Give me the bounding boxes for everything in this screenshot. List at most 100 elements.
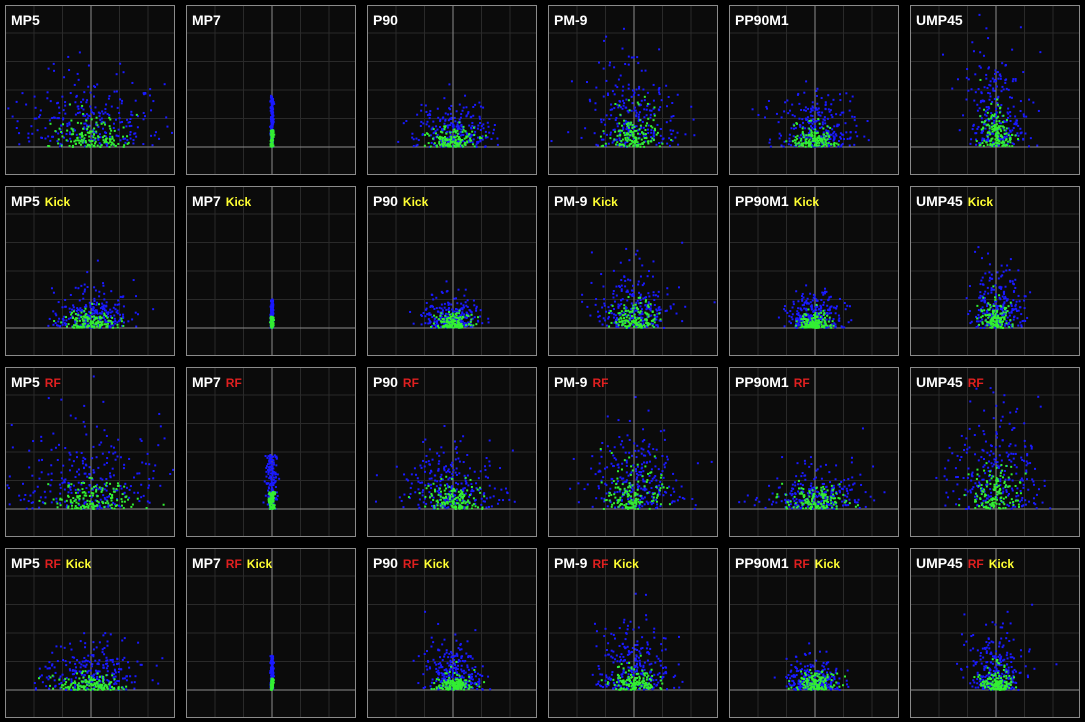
data-point-blue (446, 126, 449, 129)
data-point-blue (142, 92, 145, 95)
data-point-blue (422, 122, 425, 125)
data-point-blue (793, 115, 796, 118)
data-point-blue (593, 132, 596, 135)
data-point-green (628, 144, 631, 147)
data-point-green (83, 310, 86, 313)
data-point-green (976, 317, 979, 320)
data-point-blue (96, 83, 99, 86)
data-point-green (633, 316, 636, 319)
data-point-blue (436, 320, 439, 323)
data-point-green (1003, 129, 1006, 132)
data-point-green (988, 124, 991, 127)
data-point-blue (141, 461, 144, 464)
data-point-green (829, 143, 832, 146)
data-point-green (991, 318, 994, 321)
data-point-green (619, 113, 622, 116)
data-point-green (76, 121, 79, 124)
data-point-green (986, 314, 989, 317)
data-point-green (630, 121, 633, 124)
data-point-blue (95, 301, 98, 304)
data-point-blue (627, 83, 630, 86)
data-point-blue (637, 62, 640, 65)
data-point-blue (271, 117, 274, 120)
data-point-blue (92, 469, 95, 472)
data-point-blue (656, 309, 659, 312)
data-point-green (653, 114, 656, 117)
data-point-blue (18, 494, 21, 497)
data-point-green (624, 310, 627, 313)
data-point-blue (817, 113, 820, 116)
data-point-green (456, 132, 459, 135)
scatter-plot (730, 6, 898, 174)
data-point-blue (142, 111, 145, 114)
data-point-blue (122, 305, 125, 308)
data-point-blue (848, 305, 851, 308)
data-point-green (832, 324, 835, 327)
data-point-blue (95, 456, 98, 459)
data-point-blue (608, 118, 611, 121)
data-point-green (982, 144, 985, 147)
data-point-green (465, 324, 468, 327)
data-point-blue (452, 125, 455, 128)
data-point-green (448, 313, 451, 316)
data-point-blue (815, 89, 818, 92)
data-point-blue (103, 304, 106, 307)
data-point-blue (815, 309, 818, 312)
data-point-green (794, 136, 797, 139)
data-point-blue (73, 83, 76, 86)
data-point-green (982, 126, 985, 129)
data-point-green (115, 488, 118, 491)
data-point-blue (478, 117, 481, 120)
data-point-blue (465, 304, 468, 307)
data-point-blue (484, 145, 487, 148)
data-point-green (979, 115, 982, 118)
data-point-green (78, 133, 81, 136)
data-point-blue (148, 477, 151, 480)
data-point-blue (118, 111, 121, 114)
data-point-blue (620, 284, 623, 287)
data-point-green (639, 319, 642, 322)
data-point-blue (840, 325, 843, 328)
data-point-blue (74, 476, 77, 479)
data-point-blue (1015, 300, 1018, 303)
data-point-blue (621, 94, 624, 97)
data-point-green (94, 142, 97, 145)
data-point-green (1002, 311, 1005, 314)
data-point-blue (823, 119, 826, 122)
data-point-green (78, 319, 81, 322)
data-point-blue (783, 325, 786, 328)
data-point-blue (109, 135, 112, 138)
data-point-blue (492, 132, 495, 135)
data-point-blue (136, 313, 139, 316)
data-point-blue (768, 141, 771, 144)
data-point-blue (604, 319, 607, 322)
data-point-green (81, 488, 84, 491)
data-point-blue (95, 425, 98, 428)
data-point-blue (129, 137, 132, 140)
data-point-green (988, 313, 991, 316)
data-point-green (618, 122, 621, 125)
data-point-blue (837, 145, 840, 148)
data-point-blue (822, 301, 825, 304)
data-point-blue (129, 133, 132, 136)
data-point-blue (462, 106, 465, 109)
data-point-green (820, 320, 823, 323)
data-point-blue (1017, 124, 1020, 127)
data-point-blue (827, 94, 830, 97)
data-point-blue (146, 500, 149, 503)
data-point-green (69, 103, 72, 106)
data-point-blue (165, 116, 168, 119)
data-point-green (633, 325, 636, 328)
data-point-blue (669, 307, 672, 310)
data-point-blue (47, 324, 50, 327)
data-point-blue (465, 106, 468, 109)
data-point-green (805, 134, 808, 137)
data-point-green (72, 324, 75, 327)
data-point-green (111, 316, 114, 319)
data-point-blue (1007, 107, 1010, 110)
data-point-green (809, 321, 812, 324)
data-point-blue (146, 452, 149, 455)
data-point-green (57, 142, 60, 145)
data-point-blue (668, 137, 671, 140)
data-point-green (452, 318, 455, 321)
